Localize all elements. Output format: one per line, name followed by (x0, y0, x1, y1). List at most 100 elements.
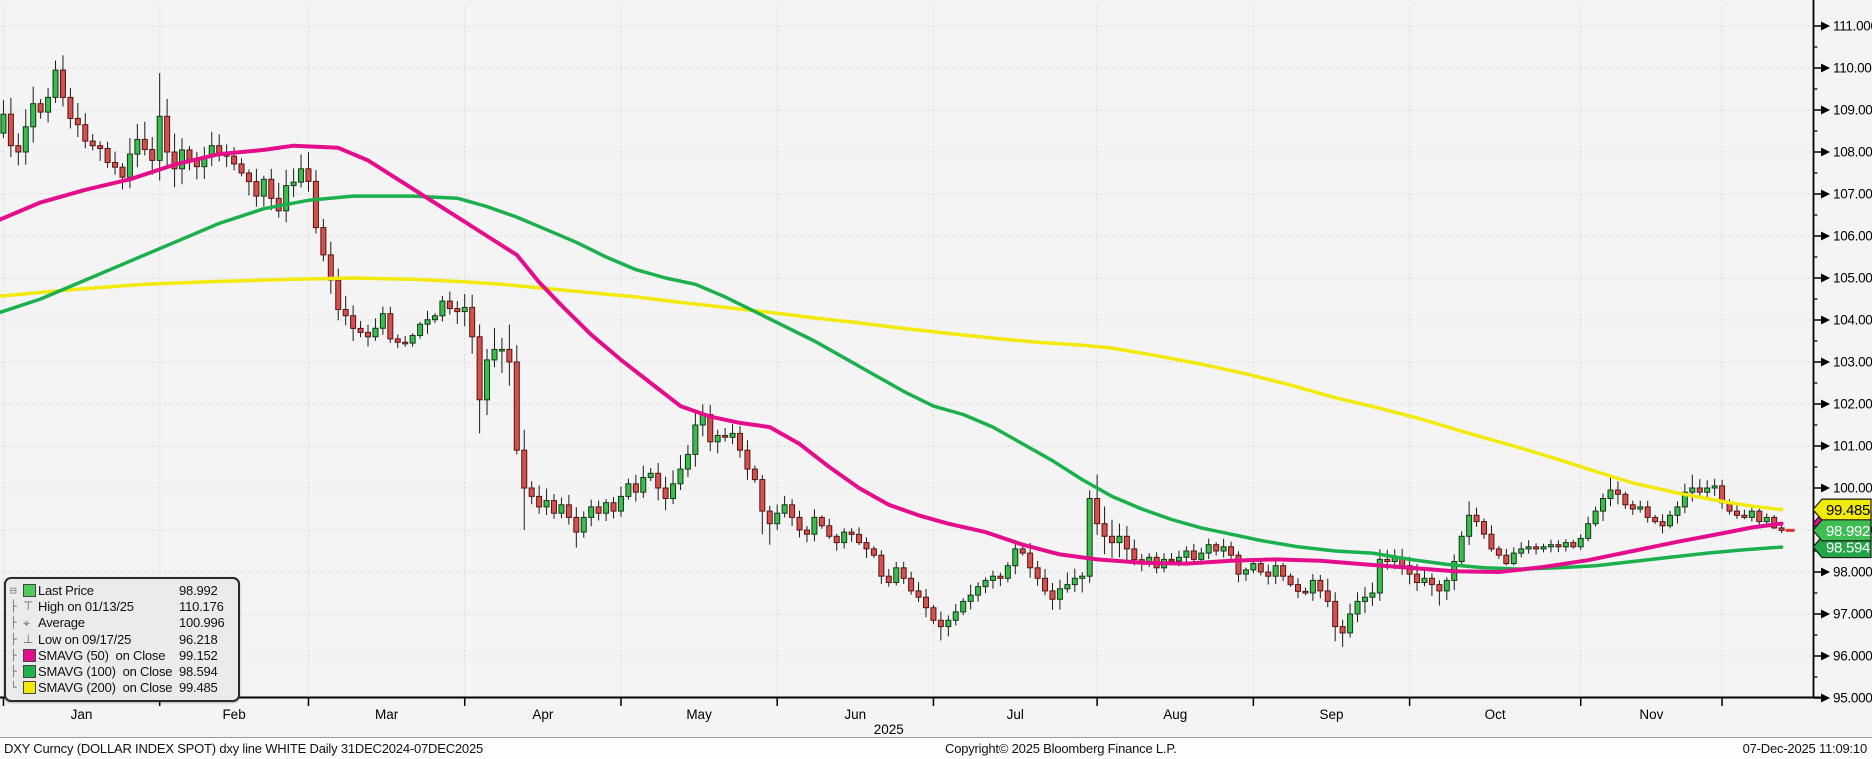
candle (320, 227, 327, 256)
legend-row-smavg50[interactable]: ├ SMAVG (50) on Close 99.152 (10, 647, 232, 663)
candle (1525, 546, 1532, 550)
candle (357, 327, 364, 333)
candle (253, 181, 260, 197)
candle (179, 149, 185, 170)
candle (1347, 613, 1354, 634)
legend-row-smavg200[interactable]: └ SMAVG (200) on Close 99.485 (10, 680, 232, 696)
candle (305, 168, 312, 182)
candle (1503, 554, 1510, 565)
tick-arrow-icon (1821, 693, 1830, 703)
tick-arrow-icon (1821, 651, 1830, 661)
legend-row-low[interactable]: ├ ⊥ Low on 09/17/25 96.218 (10, 631, 232, 647)
price-tick-label: 101.000 (1833, 439, 1872, 454)
candle (1756, 510, 1763, 523)
candle (387, 313, 394, 340)
candle (1622, 493, 1629, 506)
candle (1034, 567, 1041, 579)
candle (937, 619, 944, 628)
tag-sma100-label: 98.594 (1826, 540, 1870, 557)
price-chart-svg[interactable]: 95.00096.00097.00098.00099.000100.000101… (0, 0, 1872, 759)
candle (662, 487, 669, 499)
candle (1116, 535, 1123, 544)
candle (893, 567, 900, 583)
candle (967, 594, 974, 602)
legend-row-last-price[interactable]: ⊟ Last Price 98.992 (10, 582, 232, 598)
candles[interactable] (0, 55, 1785, 647)
legend-row-average[interactable]: ├ ⌖ Average 100.996 (10, 615, 232, 631)
legend-value: 96.218 (179, 631, 218, 647)
candle (692, 424, 699, 455)
candle (141, 138, 148, 151)
price-tick-label: 111.000 (1833, 19, 1872, 34)
candle (461, 306, 468, 313)
candle (268, 178, 275, 199)
candle (238, 163, 245, 174)
candle (1518, 548, 1525, 554)
candle (521, 449, 528, 489)
candle (7, 113, 14, 147)
candle (670, 483, 677, 499)
candle (454, 308, 461, 313)
candle (417, 323, 424, 337)
candle (82, 124, 89, 142)
smavg100-swatch-icon (23, 665, 38, 679)
legend-row-high[interactable]: ├ ⊤ High on 01/13/25 110.176 (10, 598, 232, 614)
average-marker-icon: ⌖ (23, 615, 30, 630)
candle (1466, 514, 1473, 537)
chart-legend[interactable]: ⊟ Last Price 98.992 ├ ⊤ High on 01/13/25 110.1… (4, 577, 240, 703)
candle (915, 590, 922, 598)
candle (231, 155, 238, 165)
candle (1711, 485, 1718, 489)
candle (1592, 510, 1599, 525)
candle (350, 315, 357, 329)
candle (498, 348, 505, 352)
candle (1689, 487, 1696, 493)
candle (625, 483, 632, 497)
candle (603, 502, 610, 514)
time-axis[interactable]: Jan Feb Mar Apr May Jun Jul Aug Sep Oct Nov 2025 (0, 696, 1821, 737)
candle (848, 531, 855, 535)
smavg200-swatch-icon (23, 681, 38, 695)
tick-arrow-icon (1821, 399, 1830, 409)
candle (1049, 590, 1056, 600)
candle (37, 103, 44, 113)
candle (818, 516, 825, 527)
candle (856, 533, 863, 544)
legend-tree-icon: ├ (10, 648, 17, 662)
candle (260, 178, 267, 197)
candle (1056, 588, 1063, 600)
candle (536, 495, 543, 508)
candle (677, 468, 684, 485)
candle (1473, 514, 1480, 523)
candle (1168, 558, 1175, 562)
candle (1674, 506, 1681, 516)
candle (372, 327, 379, 338)
candle (45, 96, 52, 113)
candle (1607, 489, 1614, 500)
candle (1027, 552, 1034, 569)
tick-arrow-icon (1821, 609, 1830, 619)
candle (513, 361, 520, 451)
sma100-line (0, 194, 1784, 571)
price-tick-label: 109.000 (1833, 103, 1872, 118)
candle (1533, 546, 1540, 550)
candle (878, 554, 885, 577)
candle (1488, 533, 1495, 550)
legend-row-smavg100[interactable]: ├ SMAVG (100) on Close 98.594 (10, 663, 232, 679)
candle (960, 600, 967, 613)
candle (908, 577, 915, 592)
legend-label: Low on 09/17/25 (38, 631, 132, 647)
high-marker-icon: ⊤ (23, 599, 34, 614)
candle (74, 117, 81, 126)
price-axis[interactable]: 95.00096.00097.00098.00099.000100.000101… (1812, 0, 1872, 706)
price-tick-label: 97.000 (1833, 607, 1872, 622)
candle (439, 300, 446, 317)
candle (841, 531, 848, 544)
candle (298, 168, 305, 183)
candle (1495, 548, 1502, 556)
candle (1190, 550, 1197, 560)
price-tick-label: 106.000 (1833, 229, 1872, 244)
candle (1667, 514, 1673, 527)
candle (863, 542, 870, 550)
price-tick-label: 103.000 (1833, 355, 1872, 370)
